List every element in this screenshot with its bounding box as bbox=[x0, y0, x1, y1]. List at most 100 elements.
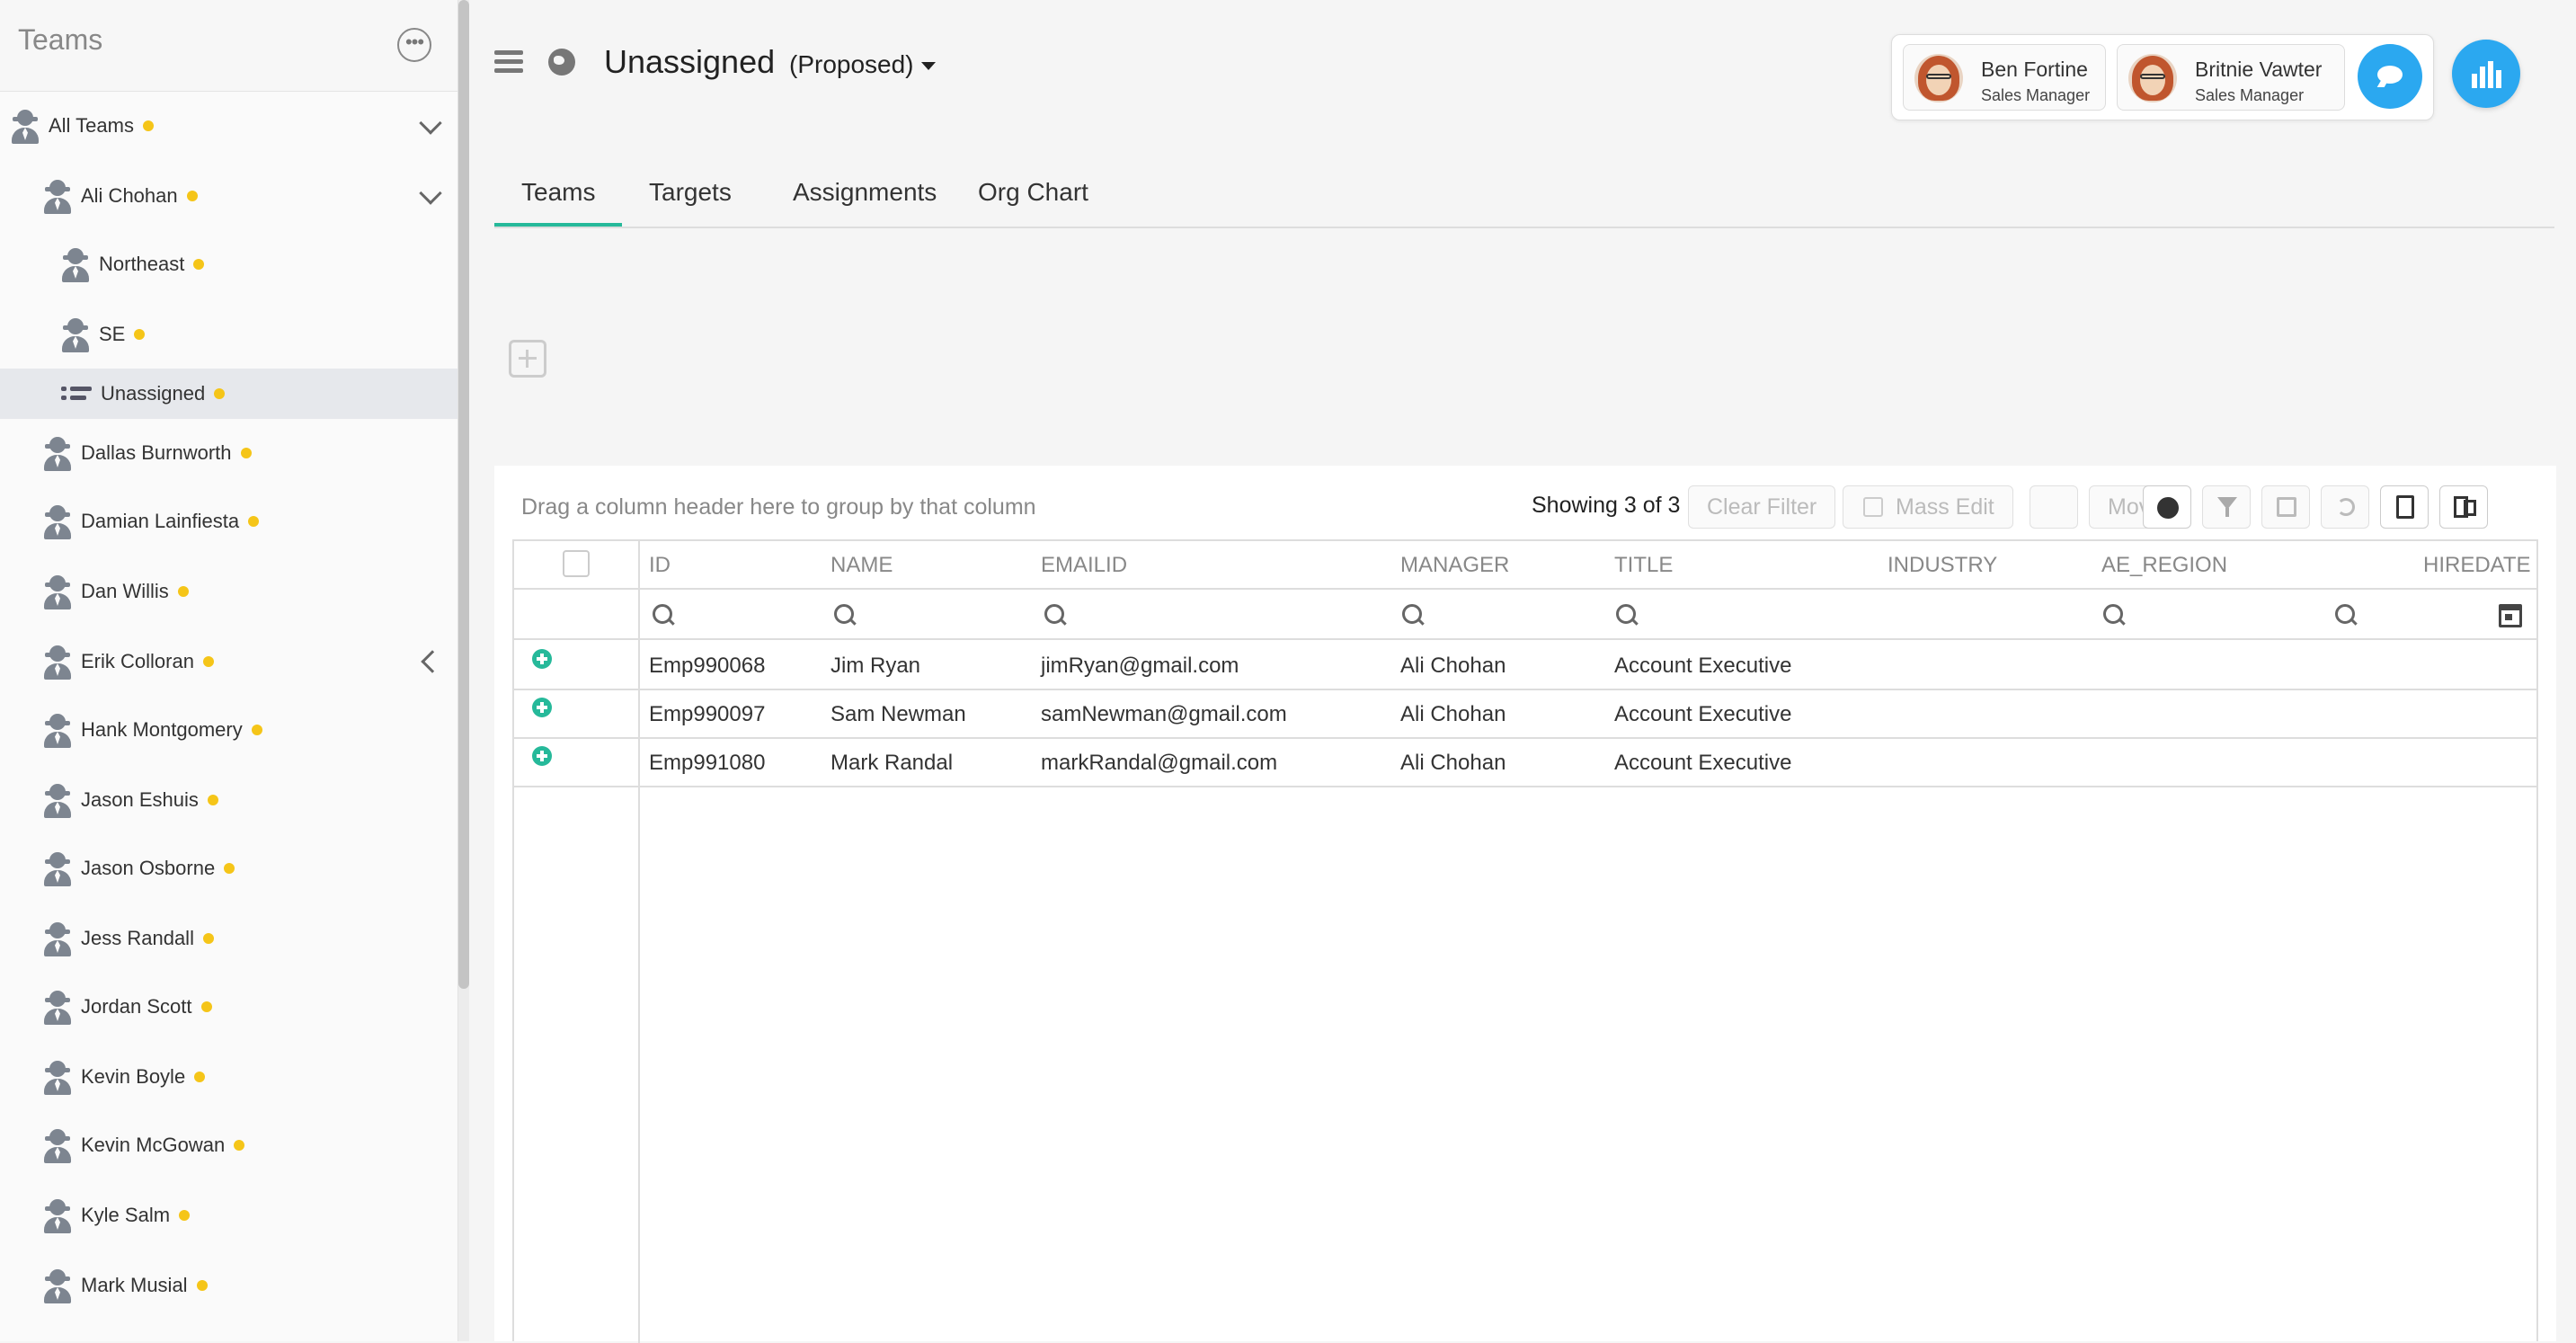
tab-targets[interactable]: Targets bbox=[622, 174, 759, 227]
tree-item-label: All Teams bbox=[49, 114, 134, 137]
add-row-icon[interactable] bbox=[532, 746, 552, 766]
column-header-hiredate[interactable]: HIREDATE bbox=[2423, 541, 2531, 590]
undo-icon[interactable] bbox=[2321, 485, 2369, 529]
tree-item-ali-chohan[interactable]: Ali Chohan bbox=[0, 171, 457, 221]
tree-item-label: Unassigned bbox=[101, 382, 206, 405]
tree-item-label: Kyle Salm bbox=[81, 1204, 171, 1226]
columns-icon[interactable] bbox=[2439, 485, 2488, 529]
cell-name: Jim Ryan bbox=[831, 654, 921, 678]
cell-title: Account Executive bbox=[1614, 702, 1792, 726]
more-options-icon[interactable]: ••• bbox=[397, 28, 431, 62]
export-icon[interactable] bbox=[2380, 485, 2429, 529]
column-header-manager[interactable]: MANAGER bbox=[1400, 541, 1509, 590]
tree-item-jess-randall[interactable]: Jess Randall bbox=[0, 913, 457, 964]
add-row-icon[interactable] bbox=[532, 698, 552, 717]
tab-assignments[interactable]: Assignments bbox=[766, 174, 964, 227]
tree-item-kevin-boyle[interactable]: Kevin Boyle bbox=[0, 1052, 457, 1102]
cell-manager: Ali Chohan bbox=[1400, 702, 1506, 726]
scenario-dropdown[interactable]: (Proposed) bbox=[789, 50, 936, 79]
column-header-id[interactable]: ID bbox=[649, 541, 671, 590]
comment-icon[interactable] bbox=[2030, 485, 2078, 529]
tree-item-kevin-mcgowan[interactable]: Kevin McGowan bbox=[0, 1120, 457, 1170]
user-name: Britnie Vawter bbox=[2195, 58, 2323, 81]
tree-item-label: Northeast bbox=[99, 253, 185, 275]
person-icon bbox=[41, 849, 74, 888]
status-dot bbox=[234, 1140, 245, 1151]
tree-item-jason-eshuis[interactable]: Jason Eshuis bbox=[0, 775, 457, 825]
teams-sidebar: Teams ••• All Teams Ali Chohan Northeast… bbox=[0, 0, 458, 1341]
cell-id: Emp990068 bbox=[649, 654, 766, 678]
sidebar-header: Teams ••• bbox=[0, 0, 457, 92]
record-icon[interactable] bbox=[2143, 485, 2191, 529]
table-row[interactable]: Emp991080 Mark Randal markRandal@gmail.c… bbox=[514, 739, 2536, 787]
clear-filter-button[interactable]: Clear Filter bbox=[1688, 485, 1836, 529]
person-icon bbox=[9, 106, 41, 146]
search-icon[interactable] bbox=[1402, 604, 1424, 626]
hamburger-menu-icon[interactable] bbox=[494, 50, 523, 74]
tree-item-label: Damian Lainfiesta bbox=[81, 510, 240, 532]
user-card-britnie-vawter[interactable]: Britnie Vawter Sales Manager bbox=[2117, 44, 2345, 111]
main-tabs: Teams Targets Assignments Org Chart bbox=[494, 165, 2554, 228]
tab-teams[interactable]: Teams bbox=[494, 174, 623, 227]
tab-org-chart[interactable]: Org Chart bbox=[951, 174, 1115, 227]
search-icon[interactable] bbox=[653, 604, 674, 626]
table-row[interactable]: Emp990068 Jim Ryan jimRyan@gmail.com Ali… bbox=[514, 642, 2536, 690]
cell-title: Account Executive bbox=[1614, 654, 1792, 678]
tree-item-se[interactable]: SE bbox=[0, 309, 457, 360]
column-header-emailid[interactable]: EMAILID bbox=[1041, 541, 1127, 590]
top-bar: Unassigned (Proposed) Ben Fortine Sales … bbox=[469, 0, 2576, 135]
tree-item-erik-colloran[interactable]: Erik Colloran bbox=[0, 636, 457, 687]
tree-item-label: SE bbox=[99, 323, 126, 345]
tree-item-label: Jason Osborne bbox=[81, 857, 216, 879]
status-dot bbox=[207, 795, 218, 805]
status-dot bbox=[200, 1001, 212, 1012]
user-card-ben-fortine[interactable]: Ben Fortine Sales Manager bbox=[1903, 44, 2106, 111]
search-icon[interactable] bbox=[1044, 604, 1066, 626]
chevron-down-icon[interactable] bbox=[419, 182, 442, 205]
column-header-name[interactable]: NAME bbox=[831, 541, 893, 590]
sidebar-scrollbar-thumb[interactable] bbox=[458, 0, 469, 989]
mass-edit-button[interactable]: Mass Edit bbox=[1843, 485, 2013, 529]
filter-row bbox=[514, 591, 2536, 640]
tree-item-jason-osborne[interactable]: Jason Osborne bbox=[0, 843, 457, 894]
status-dot bbox=[186, 191, 198, 201]
column-header-ae-region[interactable]: AE_REGION bbox=[2101, 541, 2227, 590]
status-dot bbox=[142, 120, 154, 131]
person-icon bbox=[41, 987, 74, 1027]
chat-icon[interactable] bbox=[2358, 44, 2422, 109]
analytics-chart-icon[interactable] bbox=[2452, 40, 2520, 108]
search-icon[interactable] bbox=[2335, 604, 2357, 626]
calendar-icon[interactable] bbox=[2499, 604, 2522, 627]
tree-item-label: Dan Willis bbox=[81, 580, 169, 602]
search-icon[interactable] bbox=[2103, 604, 2125, 626]
globe-icon[interactable] bbox=[548, 49, 575, 76]
tree-item-northeast[interactable]: Northeast bbox=[0, 239, 457, 289]
tree-item-label: Kevin Boyle bbox=[81, 1065, 186, 1088]
table-row[interactable]: Emp990097 Sam Newman samNewman@gmail.com… bbox=[514, 690, 2536, 739]
tree-item-all-teams[interactable]: All Teams bbox=[0, 101, 457, 151]
tree-item-mark-musial[interactable]: Mark Musial bbox=[0, 1260, 457, 1311]
tree-item-kyle-salm[interactable]: Kyle Salm bbox=[0, 1190, 457, 1241]
add-row-icon[interactable] bbox=[532, 649, 552, 669]
user-role: Sales Manager bbox=[1981, 86, 2091, 104]
chevron-down-icon[interactable] bbox=[419, 111, 442, 135]
tree-item-dallas-burnworth[interactable]: Dallas Burnworth bbox=[0, 428, 457, 478]
select-all-checkbox[interactable] bbox=[563, 550, 590, 577]
tree-item-unassigned[interactable]: Unassigned bbox=[0, 369, 457, 419]
user-role: Sales Manager bbox=[2195, 86, 2305, 104]
column-header-industry[interactable]: INDUSTRY bbox=[1888, 541, 1997, 590]
search-icon[interactable] bbox=[834, 604, 856, 626]
column-header-title[interactable]: TITLE bbox=[1614, 541, 1673, 590]
chevron-left-icon[interactable] bbox=[421, 650, 444, 673]
search-icon[interactable] bbox=[1616, 604, 1638, 626]
tree-item-damian-lainfiesta[interactable]: Damian Lainfiesta bbox=[0, 496, 457, 547]
tree-item-hank-montgomery[interactable]: Hank Montgomery bbox=[0, 705, 457, 755]
add-icon[interactable] bbox=[509, 340, 546, 378]
save-icon[interactable] bbox=[2261, 485, 2310, 529]
tree-item-dan-willis[interactable]: Dan Willis bbox=[0, 566, 457, 617]
filter-icon[interactable] bbox=[2202, 485, 2251, 529]
tree-item-label: Hank Montgomery bbox=[81, 718, 243, 741]
tree-item-label: Mark Musial bbox=[81, 1274, 188, 1296]
tree-item-label: Erik Colloran bbox=[81, 650, 194, 672]
tree-item-jordan-scott[interactable]: Jordan Scott bbox=[0, 982, 457, 1032]
